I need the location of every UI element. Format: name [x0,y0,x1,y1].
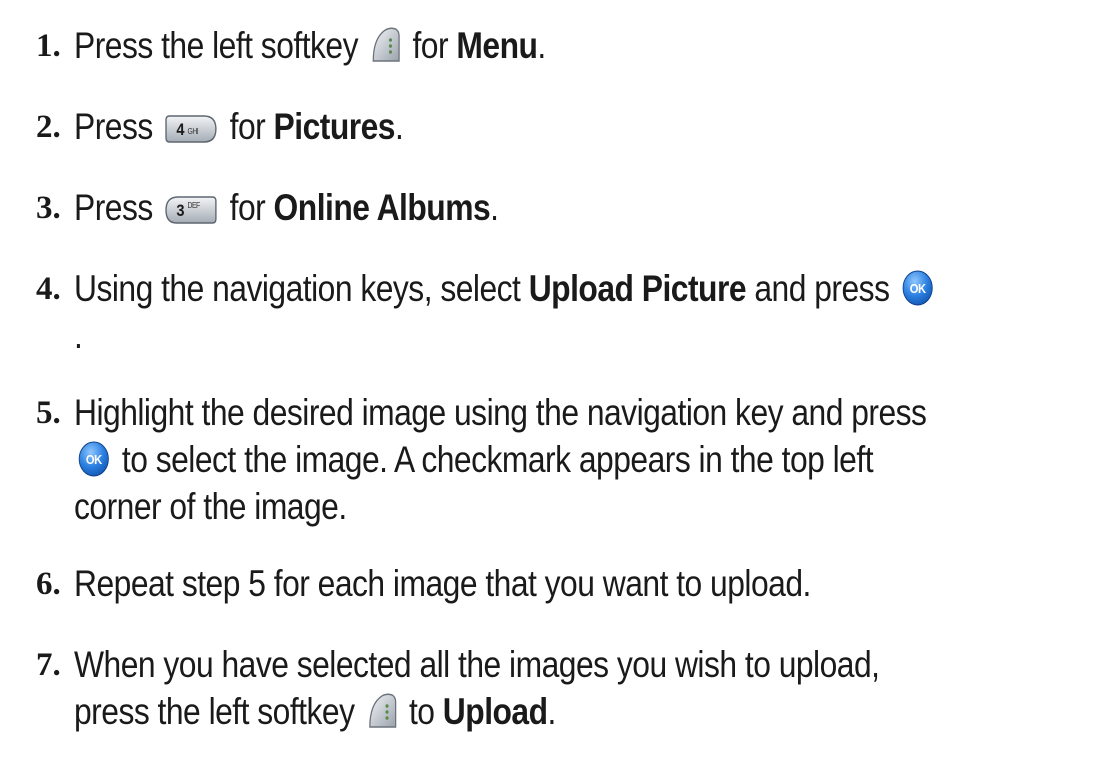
svg-text:OK: OK [86,452,102,467]
step-2: 2. Press 4 GHI for Pictures. [36,103,1086,150]
instruction-steps: 1. Press the left softkey for Menu. 2. P… [36,22,1086,769]
key-4-ghi-icon: 4 GHI [165,113,218,145]
step-number: 3. [36,190,61,226]
softkey-left-icon [370,26,401,64]
svg-text:4: 4 [177,121,185,139]
ok-key-icon: OK [77,440,110,478]
step-5: 5. Highlight the desired image using the… [36,389,1086,530]
step-3: 3. Press 3 DEF for Online Albums. [36,184,1086,231]
key-3-def-icon: 3 DEF [165,194,218,226]
step-7: 7. When you have selected all the images… [36,641,1086,735]
softkey-left-icon [366,692,397,730]
svg-text:DEF: DEF [188,200,201,210]
svg-text:3: 3 [177,202,185,220]
step-number: 4. [36,271,61,307]
step-4: 4. Using the navigation keys, select Upl… [36,265,1086,359]
step-text: Press 3 DEF for Online Albums. [74,187,499,228]
step-text: When you have selected all the images yo… [74,644,880,732]
step-text: Repeat step 5 for each image that you wa… [74,563,811,604]
svg-text:GHI: GHI [188,126,199,136]
step-1: 1. Press the left softkey for Menu. [36,22,1086,69]
ok-key-icon: OK [901,269,934,307]
step-6: 6. Repeat step 5 for each image that you… [36,560,1086,607]
step-number: 2. [36,109,61,145]
step-number: 5. [36,395,61,431]
svg-text:OK: OK [910,281,926,296]
step-text: Press the left softkey for Menu. [74,25,546,66]
step-number: 7. [36,647,61,683]
step-text: Using the navigation keys, select Upload… [74,265,944,359]
step-text: Highlight the desired image using the na… [74,392,927,527]
step-text: Press 4 GHI for Pictures. [74,106,404,147]
step-number: 6. [36,566,61,602]
step-number: 1. [36,28,61,64]
